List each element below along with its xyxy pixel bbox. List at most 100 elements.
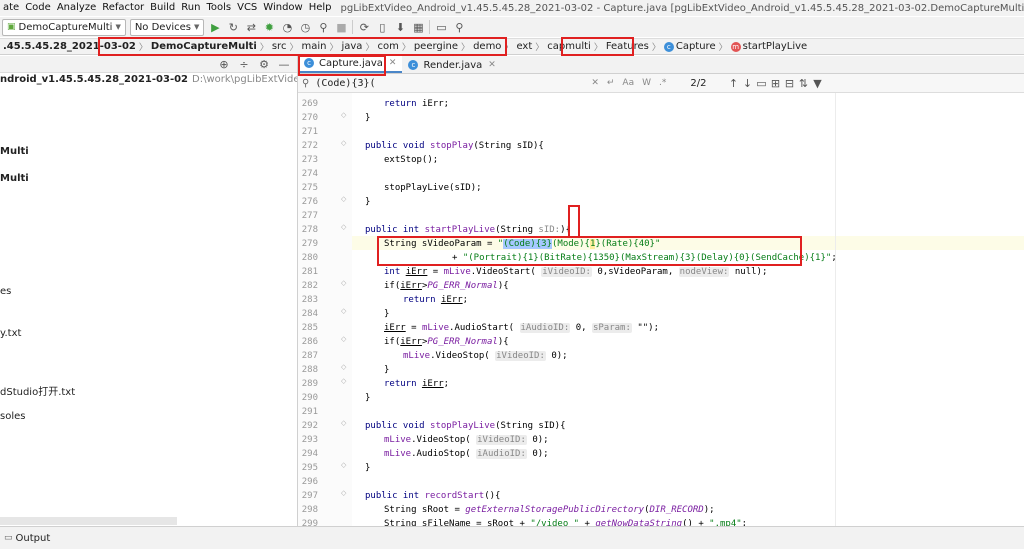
stop-icon[interactable]: ■ [334, 20, 348, 34]
apply-changes-icon[interactable]: ↻ [226, 20, 240, 34]
clear-search-icon[interactable]: ✕ [587, 78, 603, 88]
layout-inspector-icon[interactable]: ▦ [411, 20, 425, 34]
line-number: 285 [301, 323, 318, 333]
close-icon[interactable]: ✕ [389, 58, 397, 68]
breadcrumb-method-label: startPlayLive [742, 41, 808, 52]
breadcrumb-src[interactable]: src [269, 41, 290, 52]
breadcrumb-com[interactable]: com [374, 41, 401, 52]
search-input[interactable] [313, 76, 588, 90]
menu-run[interactable]: Run [178, 0, 203, 16]
select-all-occurrences-icon[interactable]: ▭ [754, 76, 768, 90]
breadcrumb-features[interactable]: Features [603, 41, 652, 52]
sdk-manager-icon[interactable]: ⬇ [393, 20, 407, 34]
fold-start-icon[interactable]: ◇ [341, 223, 346, 231]
locate-icon[interactable]: ⊕ [217, 57, 231, 71]
apply-code-changes-icon[interactable]: ⇄ [244, 20, 258, 34]
fold-end-icon[interactable]: ◇ [341, 111, 346, 119]
fold-end-icon[interactable]: ◇ [341, 377, 346, 385]
breadcrumb-main[interactable]: main [298, 41, 329, 52]
run-config-select[interactable]: ▣ DemoCaptureMulti ▼ [2, 18, 126, 36]
arrow-down-icon[interactable]: ↓ [740, 76, 754, 90]
menu-tools[interactable]: Tools [203, 0, 234, 16]
sort-icon[interactable]: ⇅ [796, 76, 810, 90]
breadcrumb-class[interactable]: c Capture [661, 41, 719, 52]
breadcrumb-ext[interactable]: ext [513, 41, 535, 52]
match-case-toggle[interactable]: Aa [618, 78, 638, 88]
collapse-all-icon[interactable]: ÷ [237, 57, 251, 71]
debug-icon[interactable]: ✹ [262, 20, 276, 34]
sync-gradle-icon[interactable]: ⟳ [357, 20, 371, 34]
breadcrumb-module[interactable]: DemoCaptureMulti [148, 41, 260, 52]
device-manager-icon[interactable]: ▭ [434, 20, 448, 34]
fold-start-icon[interactable]: ◇ [341, 335, 346, 343]
fold-end-icon[interactable]: ◇ [341, 461, 346, 469]
param-hint: iVideoID: [476, 435, 527, 445]
close-icon[interactable]: ✕ [488, 60, 496, 70]
line-number: 284 [301, 309, 318, 319]
code-line: } [365, 113, 371, 123]
breadcrumb-project[interactable]: .45.5.45.28_2021-03-02 [0, 41, 139, 52]
project-root-row[interactable]: ndroid_v1.45.5.45.28_2021-03-02 D:\work\p… [0, 74, 297, 88]
menu-window[interactable]: Window [260, 0, 305, 16]
tree-item[interactable]: dStudio打开.txt [0, 383, 75, 398]
tool-window-output[interactable]: ▭ Output [0, 533, 54, 544]
code-text: 0); [526, 449, 549, 459]
fold-end-icon[interactable]: ◇ [341, 363, 346, 371]
breadcrumb-method[interactable]: m startPlayLive [728, 41, 811, 52]
code-text: ""); [631, 323, 659, 333]
breadcrumb-capmulti[interactable]: capmulti [544, 41, 594, 52]
device-select[interactable]: No Devices ▼ [129, 18, 205, 36]
code-line: String sRoot = getExternalStoragePublicD… [384, 503, 715, 517]
code-line: extStop(); [384, 155, 439, 165]
tab-capture-java[interactable]: c Capture.java ✕ [298, 55, 403, 73]
param-hint: iVideoID: [541, 267, 592, 277]
newline-icon[interactable]: ↵ [603, 78, 619, 88]
hide-icon[interactable]: — [277, 57, 291, 71]
coverage-icon[interactable]: ◔ [280, 20, 294, 34]
breadcrumb-demo[interactable]: demo [470, 41, 504, 52]
fold-end-icon[interactable]: ◇ [341, 195, 346, 203]
menu-code[interactable]: Code [22, 0, 54, 16]
code-text: ){ [560, 225, 571, 235]
add-selection-icon[interactable]: ⊞ [768, 76, 782, 90]
tree-item[interactable]: es [0, 286, 11, 297]
exclude-icon[interactable]: ⊟ [782, 76, 796, 90]
regex-toggle[interactable]: .* [655, 78, 670, 88]
breadcrumb-java[interactable]: java [338, 41, 365, 52]
code-line: return iErr; [403, 293, 468, 307]
whole-words-toggle[interactable]: W [638, 78, 655, 88]
menu-build[interactable]: Build [147, 0, 178, 16]
variable: iErr [405, 267, 428, 277]
menu-refactor[interactable]: Refactor [99, 0, 147, 16]
fold-start-icon[interactable]: ◇ [341, 279, 346, 287]
menu-help[interactable]: Help [306, 0, 335, 16]
avd-manager-icon[interactable]: ▯ [375, 20, 389, 34]
breadcrumb-peergine[interactable]: peergine [411, 41, 461, 52]
fold-start-icon[interactable]: ◇ [341, 489, 346, 497]
tree-item[interactable]: y.txt [0, 328, 21, 339]
horizontal-scrollbar[interactable] [0, 517, 177, 525]
filter-icon[interactable]: ▼ [810, 76, 824, 90]
menu-navigate[interactable]: ate [0, 0, 22, 16]
fold-start-icon[interactable]: ◇ [341, 139, 346, 147]
menu-bar: ate Code Analyze Refactor Build Run Tool… [0, 0, 1024, 16]
search-icon[interactable]: ⚲ [452, 20, 466, 34]
arrow-up-icon[interactable]: ↑ [726, 76, 740, 90]
tab-render-java[interactable]: c Render.java ✕ [402, 57, 501, 73]
fold-start-icon[interactable]: ◇ [341, 419, 346, 427]
profile-icon[interactable]: ◷ [298, 20, 312, 34]
gear-icon[interactable]: ⚙ [257, 57, 271, 71]
tree-item[interactable]: soles [0, 411, 25, 422]
tree-item[interactable]: Multi [0, 173, 29, 184]
fold-end-icon[interactable]: ◇ [341, 307, 346, 315]
attach-debugger-icon[interactable]: ⚲ [316, 20, 330, 34]
method-icon: m [730, 42, 741, 52]
tree-item[interactable]: Multi [0, 146, 29, 157]
menu-analyze[interactable]: Analyze [54, 0, 99, 16]
menu-vcs[interactable]: VCS [234, 0, 260, 16]
keyword: return [403, 295, 441, 305]
keyword: public void [365, 141, 431, 151]
run-icon[interactable]: ▶ [208, 20, 222, 34]
search-icon: ⚲ [302, 77, 310, 89]
variable: iErr [384, 323, 406, 333]
